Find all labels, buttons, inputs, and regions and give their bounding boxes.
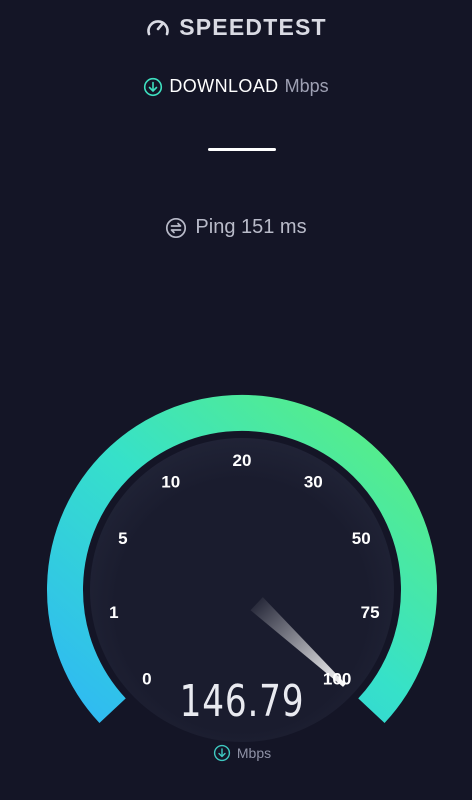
speedtest-screen: SPEEDTEST DOWNLOAD Mbps Ping 151 ms 0 1 … bbox=[0, 0, 472, 800]
gauge-tick-75: 75 bbox=[361, 603, 380, 622]
gauge-tick-10: 10 bbox=[161, 472, 180, 491]
gauge-tick-20: 20 bbox=[233, 451, 252, 470]
speed-unit-row: Mbps bbox=[0, 744, 472, 762]
gauge-tick-1: 1 bbox=[109, 603, 118, 622]
download-arrow-icon bbox=[213, 744, 230, 762]
speed-unit-label: Mbps bbox=[236, 745, 272, 761]
gauge-tick-30: 30 bbox=[304, 472, 323, 491]
speed-value: 146.79 bbox=[179, 676, 305, 727]
gauge-tick-5: 5 bbox=[118, 529, 127, 548]
gauge-tick-50: 50 bbox=[352, 529, 371, 548]
